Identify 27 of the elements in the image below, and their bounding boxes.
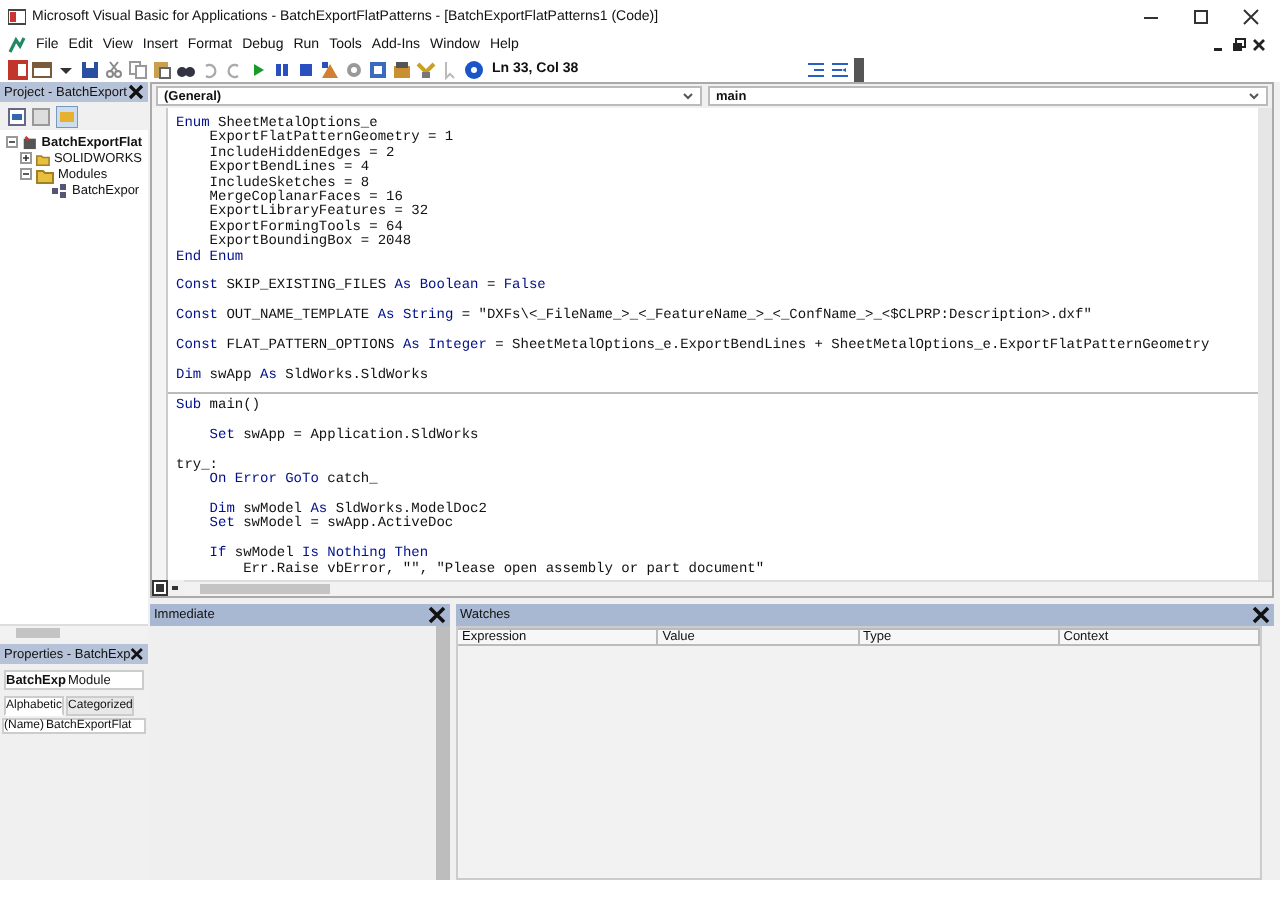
horizontal-scrollbar[interactable] xyxy=(184,580,1272,596)
paste-icon[interactable] xyxy=(152,59,172,79)
collapse-icon[interactable] xyxy=(20,168,32,180)
pause-icon[interactable] xyxy=(272,59,292,79)
indent-icon[interactable] xyxy=(806,59,827,79)
restore-icon[interactable] xyxy=(1232,37,1246,51)
module-icon xyxy=(50,181,68,199)
close-icon[interactable] xyxy=(128,84,144,100)
vertical-scrollbar[interactable] xyxy=(1258,108,1272,580)
folder-icon[interactable] xyxy=(56,105,78,127)
expand-icon[interactable] xyxy=(20,152,32,164)
close-icon[interactable] xyxy=(428,606,446,624)
vertical-scrollbar[interactable] xyxy=(436,626,450,880)
close-icon[interactable] xyxy=(1252,606,1270,624)
stop-icon[interactable] xyxy=(296,59,316,79)
app-icon xyxy=(8,7,26,25)
outdent-icon[interactable] xyxy=(830,59,851,79)
close-icon[interactable] xyxy=(130,646,144,662)
collapse-icon[interactable] xyxy=(6,136,18,148)
close-icon[interactable] xyxy=(1252,37,1266,51)
view-code-icon[interactable] xyxy=(8,107,26,125)
save-icon[interactable] xyxy=(80,59,100,79)
procedure-view-icon[interactable] xyxy=(152,580,168,596)
close-icon[interactable] xyxy=(1242,7,1260,25)
maximize-icon[interactable] xyxy=(1192,7,1210,25)
toolbar-handle-icon[interactable] xyxy=(854,57,865,81)
horizontal-scrollbar[interactable] xyxy=(0,624,148,640)
